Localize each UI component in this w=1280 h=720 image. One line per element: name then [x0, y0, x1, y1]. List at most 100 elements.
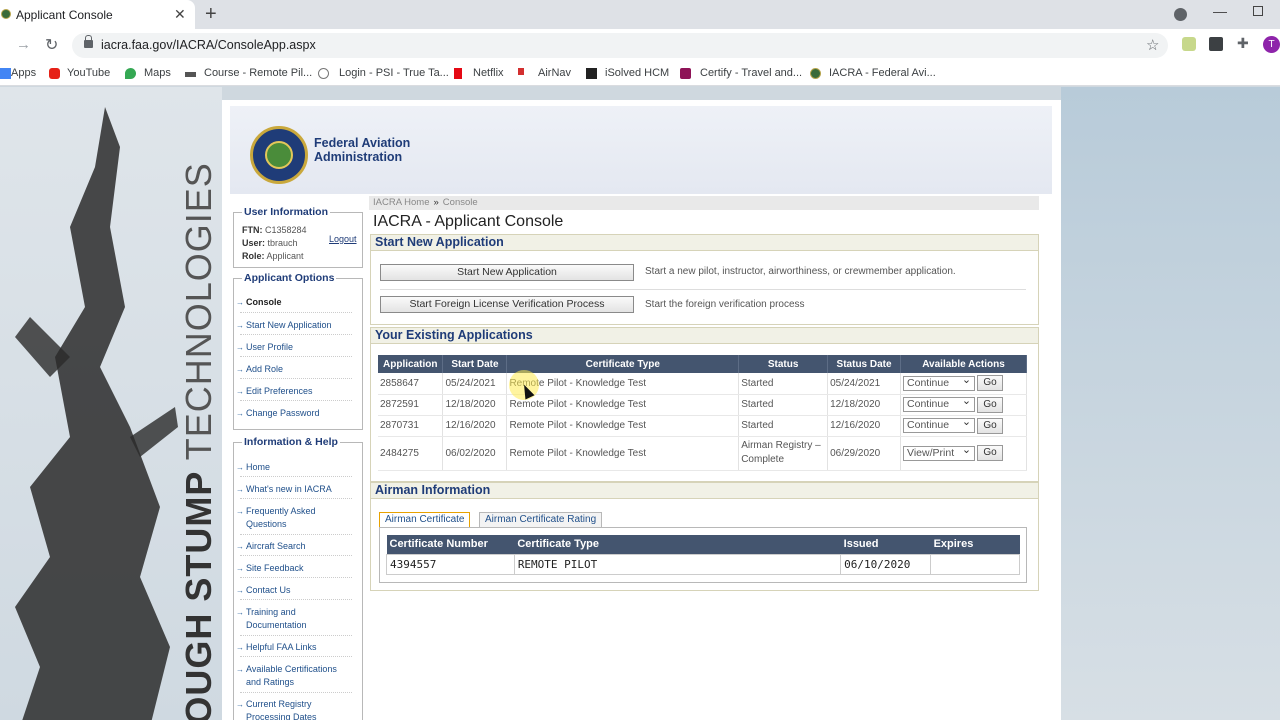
foreign-verification-button[interactable]: Start Foreign License Verification Proce…: [380, 296, 634, 313]
bookmark-psi[interactable]: Login - PSI - True Ta...: [339, 67, 449, 79]
menu-console[interactable]: Console: [236, 296, 281, 309]
bookmark-netflix[interactable]: Netflix: [473, 67, 504, 79]
lock-icon[interactable]: [84, 35, 93, 48]
bookmark-maps[interactable]: Maps: [144, 67, 171, 79]
bookmark-apps[interactable]: Apps: [11, 67, 36, 79]
column-header: Certificate Type: [514, 535, 841, 554]
bookmark-youtube[interactable]: YouTube: [67, 67, 110, 79]
tab-airman-certificate-rating[interactable]: Airman Certificate Rating: [479, 512, 603, 528]
certificate-type: REMOTE PILOT: [513, 553, 842, 575]
puzzle-icon[interactable]: ✚: [1237, 35, 1251, 51]
maps-pin-icon: [125, 68, 136, 79]
tab-title: Applicant Console: [16, 8, 113, 22]
iacra-page: Federal Aviation Administration User Inf…: [222, 100, 1061, 720]
status-date: 05/24/2021: [827, 373, 902, 395]
bookmark-airnav[interactable]: AirNav: [538, 67, 571, 79]
column-header: Certificate Type: [506, 355, 740, 373]
bookmark-course[interactable]: Course - Remote Pil...: [204, 67, 312, 79]
applicant-options-legend: Applicant Options: [242, 272, 337, 284]
column-header: Available Actions: [900, 355, 1027, 373]
url-text[interactable]: iacra.faa.gov/IACRA/ConsoleApp.aspx: [101, 38, 316, 52]
menu-add-role[interactable]: Add Role: [236, 363, 283, 376]
column-header: Expires: [930, 535, 1020, 554]
user-information-legend: User Information: [242, 206, 331, 218]
browser-tab[interactable]: Applicant Console ✕: [0, 0, 195, 29]
menu-start-new-application[interactable]: Start New Application: [236, 319, 331, 332]
logout-link[interactable]: Logout: [329, 234, 357, 244]
menu-user-profile[interactable]: User Profile: [236, 341, 293, 354]
actions-cell: ContinueGo: [900, 373, 1027, 395]
certificate-type: Remote Pilot - Knowledge Test: [506, 436, 740, 471]
action-select[interactable]: Continue: [903, 395, 976, 412]
status: Started: [738, 415, 829, 437]
extension-icon[interactable]: [1182, 37, 1196, 51]
go-button[interactable]: Go: [977, 445, 1004, 461]
reload-icon[interactable]: ↻: [45, 35, 58, 55]
close-tab-icon[interactable]: ✕: [174, 6, 186, 23]
menu-change-password[interactable]: Change Password: [236, 407, 319, 420]
new-tab-icon[interactable]: +: [205, 3, 217, 26]
status-date: 12/18/2020: [827, 394, 902, 416]
issued-date: 06/10/2020: [840, 553, 932, 575]
forward-icon[interactable]: →: [16, 36, 31, 53]
expires-date: [930, 553, 1020, 575]
bookmark-iacra[interactable]: IACRA - Federal Avi...: [829, 67, 936, 79]
applications-table: Application Start Date Certificate Type …: [378, 355, 1027, 471]
action-select[interactable]: Continue: [903, 374, 976, 391]
menu-edit-preferences[interactable]: Edit Preferences: [236, 385, 312, 398]
action-select[interactable]: View/Print: [903, 444, 976, 461]
bookmark-isolved[interactable]: iSolved HCM: [605, 67, 669, 79]
column-header: Certificate Number: [386, 535, 515, 554]
table-row: 4394557 REMOTE PILOT 06/10/2020: [386, 553, 1020, 575]
go-button[interactable]: Go: [977, 417, 1004, 434]
brand-watermark: TOUGH STUMP TECHNOLOGIES: [178, 162, 219, 720]
apps-grid-icon: [0, 68, 11, 79]
column-header: Status: [738, 355, 829, 373]
menu-registry-dates[interactable]: Current RegistryProcessing Dates: [236, 698, 316, 720]
go-button[interactable]: Go: [977, 375, 1004, 392]
menu-training[interactable]: Training andDocumentation: [236, 606, 306, 632]
menu-aircraft-search[interactable]: Aircraft Search: [236, 540, 305, 553]
menu-site-feedback[interactable]: Site Feedback: [236, 562, 303, 575]
status: Started: [738, 373, 829, 395]
breadcrumb-current: Console: [442, 197, 478, 208]
profile-avatar[interactable]: T: [1263, 36, 1280, 53]
menu-helpful-links[interactable]: Helpful FAA Links: [236, 641, 316, 654]
role-line: Role: Applicant: [242, 251, 304, 261]
menu-home[interactable]: Home: [236, 461, 270, 474]
omnibox[interactable]: iacra.faa.gov/IACRA/ConsoleApp.aspx ☆: [72, 33, 1168, 58]
start-new-application-button[interactable]: Start New Application: [380, 264, 634, 281]
existing-applications-heading: Your Existing Applications: [370, 327, 1039, 344]
breadcrumb-home[interactable]: IACRA Home: [373, 197, 430, 208]
restore-icon[interactable]: [1253, 6, 1263, 16]
go-button[interactable]: Go: [977, 396, 1004, 413]
menu-whats-new[interactable]: What's new in IACRA: [236, 483, 332, 496]
start-date: 12/16/2020: [442, 415, 508, 437]
application-number: 2484275: [378, 436, 444, 471]
extension-grid-icon[interactable]: [1209, 37, 1223, 51]
certificate-type: Remote Pilot - Knowledge Test: [506, 394, 740, 416]
certificate-type: Remote Pilot - Knowledge Test: [506, 373, 740, 395]
menu-faq[interactable]: Frequently AskedQuestions: [236, 505, 315, 531]
start-new-description: Start a new pilot, instructor, airworthi…: [645, 266, 956, 277]
tab-airman-certificate[interactable]: Airman Certificate: [379, 512, 471, 528]
action-select[interactable]: Continue: [903, 416, 976, 433]
status: Airman Registry – Complete: [738, 436, 829, 471]
minimize-icon[interactable]: —: [1213, 3, 1227, 19]
menu-contact-us[interactable]: Contact Us: [236, 584, 290, 597]
tree-stump-illustration: [15, 107, 178, 720]
actions-cell: View/PrintGo: [900, 436, 1027, 471]
bookmark-certify[interactable]: Certify - Travel and...: [700, 67, 802, 79]
netflix-icon: [454, 68, 462, 79]
menu-available-certifications[interactable]: Available Certificationsand Ratings: [236, 663, 337, 689]
start-date: 06/02/2020: [442, 436, 508, 471]
tab-search-icon[interactable]: [1174, 8, 1187, 21]
bookmark-star-icon[interactable]: ☆: [1146, 36, 1159, 54]
application-number: 2858647: [378, 373, 444, 395]
start-date: 12/18/2020: [442, 394, 508, 416]
faa-header: Federal Aviation Administration: [230, 106, 1052, 194]
information-help-box: Information & Help Home What's new in IA…: [233, 436, 363, 720]
application-number: 2870731: [378, 415, 444, 437]
column-header: Issued: [840, 535, 931, 554]
page-title: IACRA - Applicant Console: [373, 213, 564, 230]
